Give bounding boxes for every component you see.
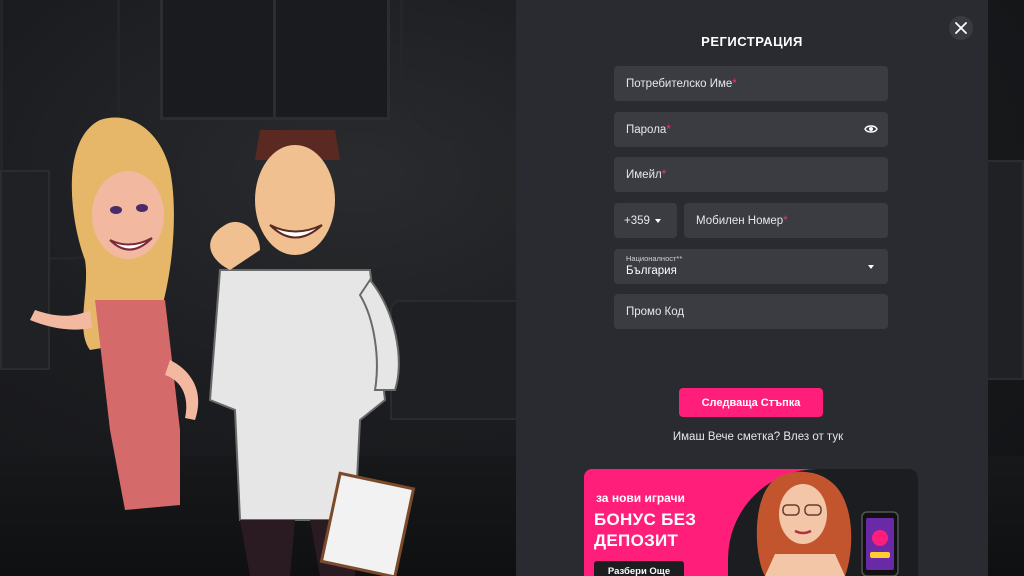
required-mark: *	[732, 77, 737, 90]
nationality-label: Националност**	[626, 254, 683, 264]
chevron-down-icon	[654, 218, 661, 223]
promo-code-input[interactable]: Промо Код	[614, 294, 888, 329]
email-input[interactable]: Имейл *	[614, 157, 888, 192]
username-input[interactable]: Потребителско Име *	[614, 66, 888, 101]
login-link[interactable]: Имаш Вече сметка? Влез от тук	[516, 431, 1000, 443]
banner-headline-line2: ДЕПОЗИТ	[594, 531, 679, 550]
promo-label: Промо Код	[626, 305, 685, 318]
nationality-value: България	[626, 264, 677, 277]
registration-page: РЕГИСТРАЦИЯ Потребителско Име * Парола * И…	[0, 0, 1024, 576]
username-label: Потребителско Име	[626, 77, 733, 90]
eye-icon[interactable]	[864, 123, 878, 135]
man-character-illustration	[208, 130, 416, 576]
email-label: Имейл	[626, 168, 662, 181]
required-mark: *	[661, 168, 667, 181]
phone-label: Мобилен Номер	[696, 214, 784, 227]
banner-phone-illustration	[861, 511, 899, 576]
banner-headline-line1: БОНУС БЕЗ	[594, 510, 697, 529]
learn-more-button[interactable]: Разбери Още	[594, 561, 684, 576]
country-code-value: +359	[624, 214, 650, 227]
required-mark: *	[666, 123, 671, 136]
required-mark: *	[783, 214, 788, 227]
background-arch-right	[400, 0, 520, 140]
background-slot-machine-right	[986, 160, 1024, 380]
banner-woman-illustration	[756, 471, 852, 576]
chevron-down-icon	[868, 265, 874, 269]
nationality-select[interactable]: Националност** България	[614, 249, 888, 284]
phone-input[interactable]: Мобилен Номер *	[684, 203, 888, 238]
next-step-button[interactable]: Следваща Стъпка	[679, 388, 823, 417]
password-input[interactable]: Парола *	[614, 112, 888, 147]
country-code-select[interactable]: +359	[614, 203, 677, 238]
close-icon	[955, 22, 967, 34]
password-label: Парола	[626, 123, 667, 136]
registration-title: РЕГИСТРАЦИЯ	[701, 34, 803, 49]
banner-subtitle: за нови играчи	[596, 491, 685, 505]
